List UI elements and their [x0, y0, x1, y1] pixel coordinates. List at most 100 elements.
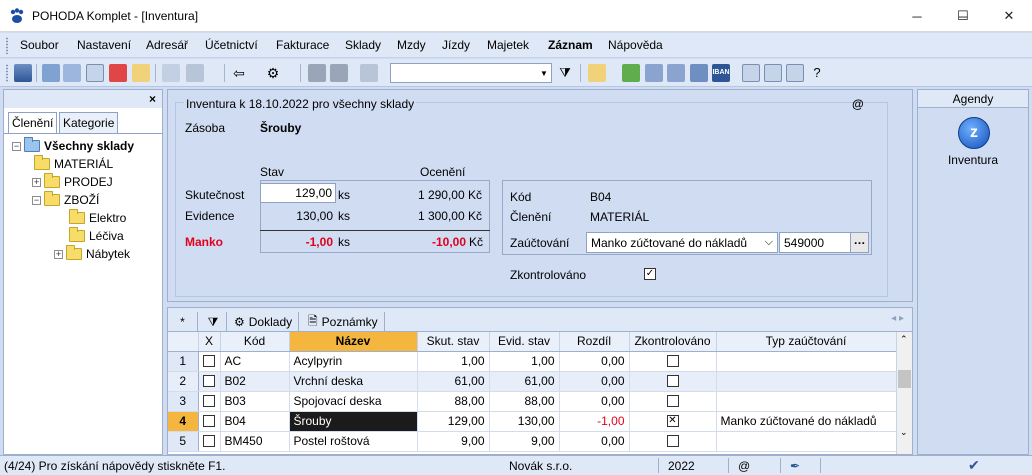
note-icon[interactable]: [786, 64, 804, 82]
cell-skut-stav[interactable]: 61,00: [417, 371, 490, 392]
scroll-down-icon[interactable]: ⌄: [900, 427, 908, 438]
cell-typ-zauctovani[interactable]: [716, 351, 897, 372]
close-window-button[interactable]: ✕: [986, 0, 1032, 32]
col-zkontrolovano[interactable]: Zkontrolováno: [629, 332, 717, 352]
row-checkbox[interactable]: [203, 435, 215, 447]
row-number[interactable]: 5: [168, 431, 199, 452]
cell-evid-stav[interactable]: 88,00: [489, 391, 560, 412]
toolbar-search-combo[interactable]: ▼: [390, 63, 552, 83]
table-row[interactable]: 5 BM450 Postel roštová 9,00 9,00 0,00: [168, 431, 897, 452]
col-kod[interactable]: Kód: [220, 332, 290, 352]
money-icon[interactable]: [622, 64, 640, 82]
cell-evid-stav[interactable]: 61,00: [489, 371, 560, 392]
col-evid-stav[interactable]: Evid. stav: [489, 332, 560, 352]
cell-rozdil[interactable]: 0,00: [559, 371, 630, 392]
row-checkbox[interactable]: [203, 375, 215, 387]
cell-rozdil[interactable]: 0,00: [559, 391, 630, 412]
filter-icon[interactable]: ⧩: [556, 64, 574, 82]
cell-evid-stav[interactable]: 9,00: [489, 431, 560, 452]
minimize-window-button[interactable]: ─: [894, 0, 940, 32]
row-checked-checkbox[interactable]: ✕: [666, 415, 679, 427]
document-icon[interactable]: [742, 64, 760, 82]
row-select-checkbox[interactable]: [198, 371, 221, 392]
cell-nazev[interactable]: Acylpyrin: [289, 351, 418, 372]
calculator-icon[interactable]: [667, 64, 685, 82]
inventura-agenda-label[interactable]: Inventura: [918, 153, 1028, 167]
col-x[interactable]: X: [198, 332, 221, 352]
tab-cleneni[interactable]: Členění: [8, 112, 58, 134]
cell-skut-stav[interactable]: 9,00: [417, 431, 490, 452]
row-number[interactable]: 4: [168, 411, 199, 432]
menu-ucetnictvi[interactable]: Účetnictví: [205, 38, 258, 52]
cell-evid-stav[interactable]: 130,00: [489, 411, 560, 432]
row-number[interactable]: 3: [168, 391, 199, 412]
maximize-window-button[interactable]: ☐: [940, 0, 986, 32]
cell-rozdil[interactable]: 0,00: [559, 351, 630, 372]
table-row[interactable]: 3 B03 Spojovací deska 88,00 88,00 0,00: [168, 391, 897, 412]
tab-scroll-arrows-icon[interactable]: ◂ ▸: [891, 313, 904, 324]
menu-majetek[interactable]: Majetek: [487, 38, 529, 52]
cell-skut-stav[interactable]: 88,00: [417, 391, 490, 412]
inventura-agenda-icon[interactable]: z: [958, 117, 990, 149]
menu-napoveda[interactable]: Nápověda: [608, 38, 663, 52]
save-icon[interactable]: [308, 64, 326, 82]
print-setup-icon[interactable]: [63, 64, 81, 82]
row-select-checkbox[interactable]: [198, 431, 221, 452]
scroll-thumb[interactable]: [898, 370, 911, 388]
cell-kod[interactable]: B02: [220, 371, 290, 392]
cell-zkontrolovano[interactable]: [629, 351, 717, 372]
agenda-icon[interactable]: [14, 64, 32, 82]
menu-soubor[interactable]: Soubor: [20, 38, 59, 52]
zkontrolovano-checkbox[interactable]: ✓: [644, 268, 656, 280]
tree-item[interactable]: + PRODEJ: [12, 173, 162, 191]
menu-sklady[interactable]: Sklady: [345, 38, 381, 52]
row-checkbox[interactable]: [203, 355, 215, 367]
row-select-checkbox[interactable]: [198, 391, 221, 412]
table-row[interactable]: 4 B04 Šrouby 129,00 130,00 -1,00 ✕ Manko zúčtov…: [168, 411, 897, 432]
chevron-down-icon[interactable]: ▼: [537, 64, 551, 82]
cell-typ-zauctovani[interactable]: Manko zúčtované do nákladů: [716, 411, 897, 432]
row-checkbox[interactable]: [203, 395, 215, 407]
tree-item[interactable]: Elektro: [12, 209, 162, 227]
close-icon[interactable]: ×: [149, 92, 156, 106]
tab-all[interactable]: *: [168, 312, 198, 332]
menu-zaznam[interactable]: Záznam: [548, 38, 593, 52]
menubar-grip[interactable]: [5, 37, 9, 54]
cell-nazev[interactable]: Vrchní deska: [289, 371, 418, 392]
menu-mzdy[interactable]: Mzdy: [397, 38, 426, 52]
cell-rozdil[interactable]: 0,00: [559, 431, 630, 452]
zauctovani-select[interactable]: Manko zúčtované do nákladů ⌵: [586, 232, 778, 253]
scroll-up-icon[interactable]: ⌃: [900, 334, 908, 345]
checkmark-icon[interactable]: [186, 64, 204, 82]
help-icon[interactable]: ?: [808, 64, 826, 82]
tree-item[interactable]: − ZBOŽÍ: [12, 191, 162, 209]
col-skut-stav[interactable]: Skut. stav: [417, 332, 490, 352]
cell-zkontrolovano[interactable]: [629, 431, 717, 452]
menu-fakturace[interactable]: Fakturace: [276, 38, 329, 52]
table-row[interactable]: 1 AC Acylpyrin 1,00 1,00 0,00: [168, 351, 897, 372]
cell-nazev[interactable]: Šrouby: [289, 411, 418, 432]
database-icon[interactable]: [690, 64, 708, 82]
expand-icon[interactable]: +: [54, 249, 63, 259]
menu-nastaveni[interactable]: Nastavení: [77, 38, 131, 52]
tree-item[interactable]: + Nábytek: [12, 245, 162, 263]
cell-nazev[interactable]: Postel roštová: [289, 431, 418, 452]
cell-typ-zauctovani[interactable]: [716, 371, 897, 392]
tree-item[interactable]: − Všechny sklady: [12, 137, 162, 155]
cell-kod[interactable]: B03: [220, 391, 290, 412]
calendar-icon[interactable]: [645, 64, 663, 82]
row-select-checkbox[interactable]: [198, 411, 221, 432]
row-number[interactable]: 2: [168, 371, 199, 392]
ellipsis-icon[interactable]: …: [850, 233, 868, 252]
gear-icon[interactable]: ⚙: [264, 64, 282, 82]
row-checked-checkbox[interactable]: [666, 435, 679, 447]
copy-icon[interactable]: [360, 64, 378, 82]
folder-icon[interactable]: [588, 64, 606, 82]
skutecnost-input[interactable]: 129,00: [260, 183, 336, 203]
back-arrow-icon[interactable]: ⇦: [230, 64, 248, 82]
cell-typ-zauctovani[interactable]: [716, 431, 897, 452]
cell-zkontrolovano[interactable]: ✕: [629, 411, 717, 432]
list-icon[interactable]: [764, 64, 782, 82]
expand-icon[interactable]: +: [32, 177, 41, 187]
menu-adresar[interactable]: Adresář: [146, 38, 188, 52]
